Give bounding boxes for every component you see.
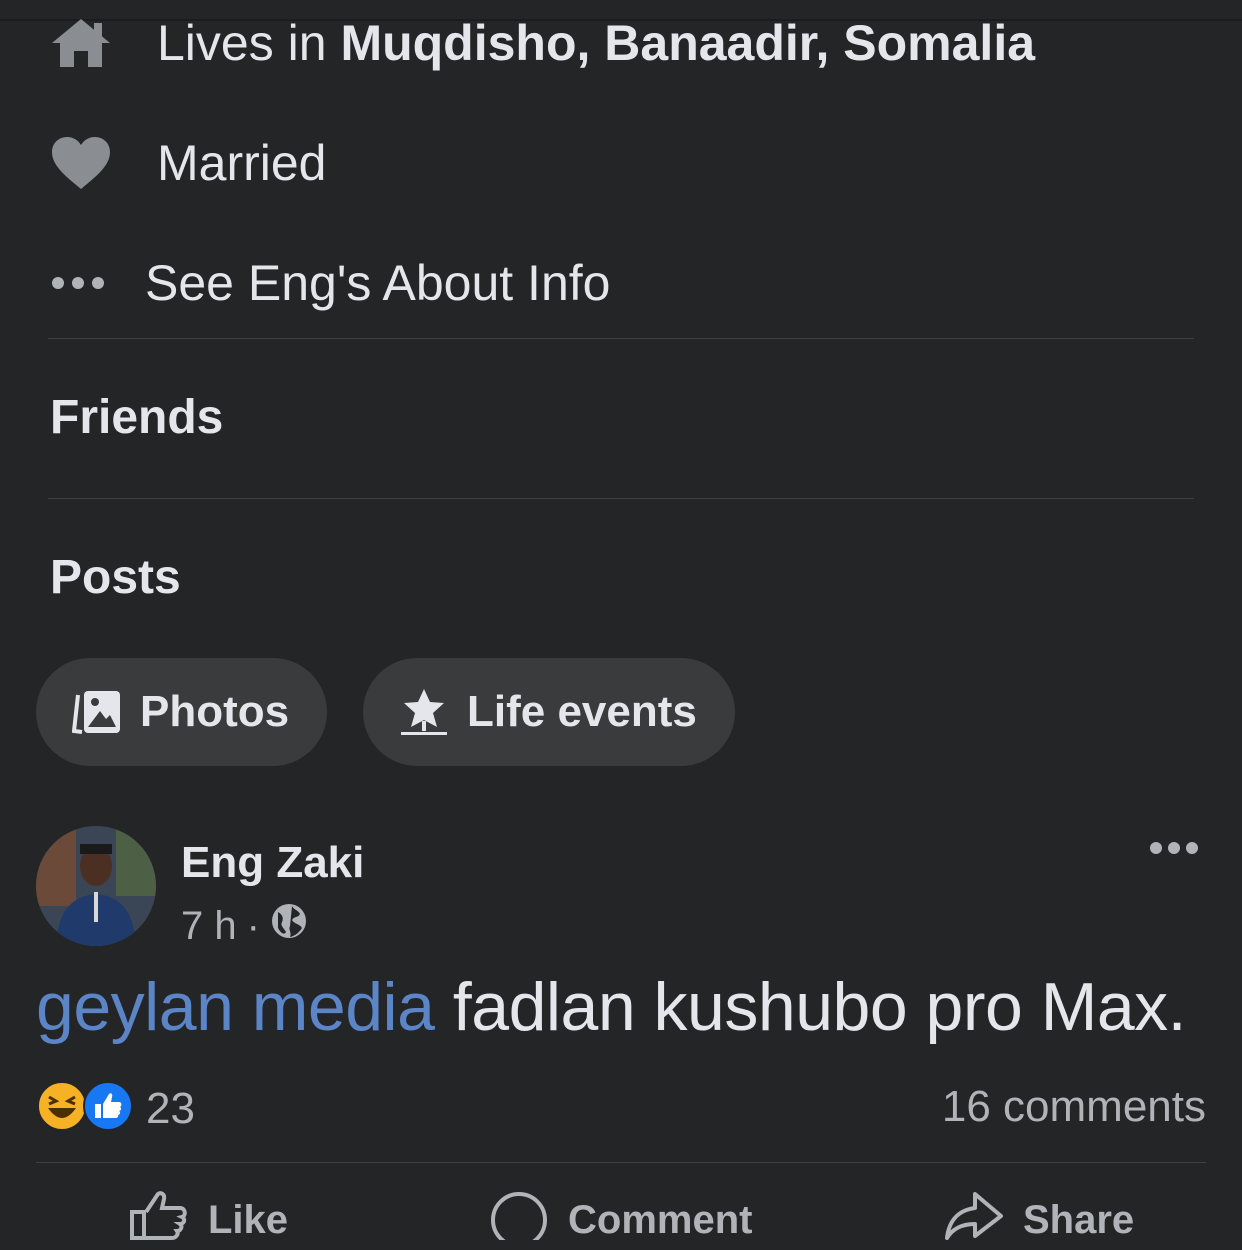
lives-in-text: Lives in Muqdisho, Banaadir, Somalia bbox=[157, 14, 1035, 72]
life-event-star-icon bbox=[399, 685, 453, 739]
lives-in-prefix: Lives in bbox=[157, 15, 341, 71]
photos-chip[interactable]: Photos bbox=[36, 658, 327, 766]
lives-in-row: Lives in Muqdisho, Banaadir, Somalia bbox=[50, 14, 1035, 72]
post-time[interactable]: 7 h bbox=[181, 904, 237, 949]
meta-separator: · bbox=[246, 903, 260, 948]
post-body: fadlan kushubo pro Max. bbox=[452, 969, 1187, 1045]
photos-chip-label: Photos bbox=[140, 687, 290, 736]
divider bbox=[48, 338, 1194, 339]
comment-bubble-icon bbox=[490, 1190, 568, 1250]
share-button[interactable]: Share bbox=[945, 1190, 1134, 1250]
comments-count[interactable]: 16 comments bbox=[942, 1082, 1206, 1132]
home-icon bbox=[50, 17, 130, 69]
dot bbox=[1186, 842, 1198, 854]
mention-link[interactable]: geylan media bbox=[36, 969, 435, 1045]
life-events-chip[interactable]: Life events bbox=[363, 658, 735, 766]
life-events-chip-label: Life events bbox=[467, 687, 697, 736]
reactions-summary[interactable]: 23 bbox=[36, 1080, 195, 1137]
dot bbox=[1168, 842, 1180, 854]
post-author[interactable]: Eng Zaki bbox=[181, 838, 364, 888]
reaction-count: 23 bbox=[146, 1083, 195, 1133]
see-about-row[interactable]: See Eng's About Info bbox=[50, 254, 610, 312]
photos-icon bbox=[72, 685, 126, 739]
friends-heading[interactable]: Friends bbox=[50, 390, 223, 445]
comment-button[interactable]: Comment bbox=[490, 1190, 752, 1250]
see-about-text[interactable]: See Eng's About Info bbox=[145, 254, 610, 312]
like-button[interactable]: Like bbox=[130, 1190, 288, 1250]
lives-in-place[interactable]: Muqdisho, Banaadir, Somalia bbox=[340, 15, 1035, 71]
like-label: Like bbox=[208, 1197, 289, 1242]
haha-reaction-icon bbox=[36, 1080, 88, 1137]
share-label: Share bbox=[1023, 1197, 1135, 1242]
author-avatar[interactable] bbox=[36, 826, 156, 946]
like-reaction-icon bbox=[82, 1080, 134, 1137]
share-arrow-icon bbox=[945, 1190, 1023, 1250]
more-dots-icon bbox=[50, 275, 145, 291]
post-text: geylan media fadlan kushubo pro Max. bbox=[36, 968, 1187, 1046]
globe-icon bbox=[270, 902, 308, 950]
thumbs-up-icon bbox=[130, 1190, 208, 1250]
relationship-text: Married bbox=[157, 135, 327, 191]
dot bbox=[1150, 842, 1162, 854]
posts-heading: Posts bbox=[50, 551, 181, 604]
post-options-button[interactable] bbox=[1150, 842, 1198, 854]
comment-label: Comment bbox=[568, 1197, 753, 1242]
post-meta: 7 h · bbox=[181, 902, 308, 950]
relationship-row: Married bbox=[50, 134, 326, 192]
heart-icon bbox=[50, 135, 130, 191]
divider bbox=[48, 498, 1194, 499]
divider bbox=[36, 1162, 1206, 1163]
